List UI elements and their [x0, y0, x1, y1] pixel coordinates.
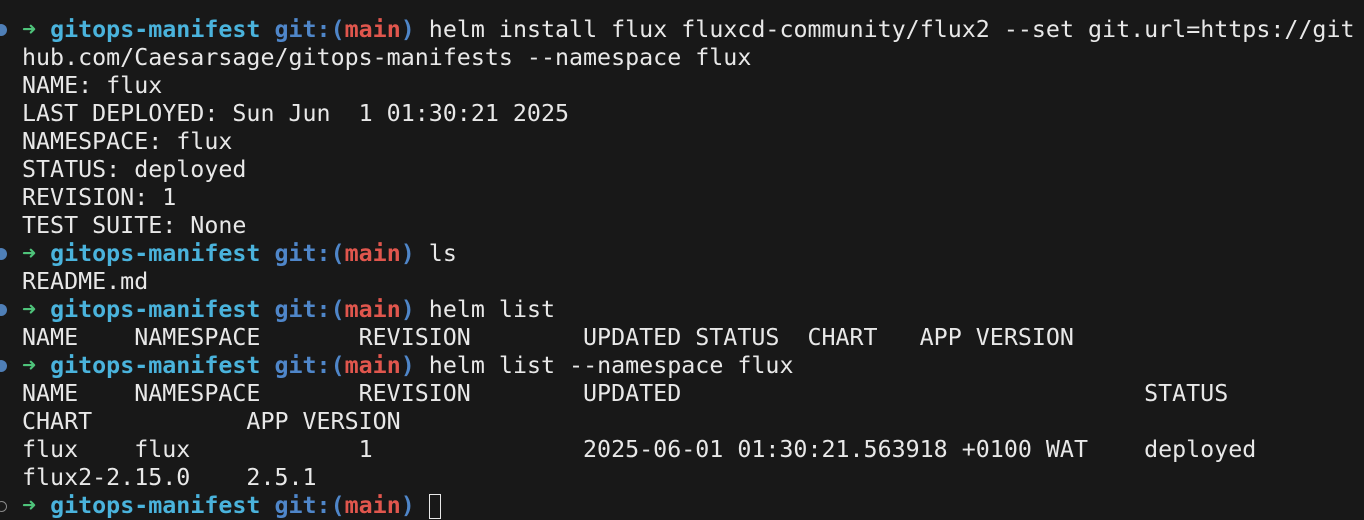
command-line: ➜ gitops-manifest git:(main) ls	[0, 240, 1364, 268]
output-line: README.md	[0, 268, 1364, 296]
output-line: REVISION: 1	[0, 184, 1364, 212]
command-line: ➜ gitops-manifest git:(main) helm instal…	[0, 16, 1364, 44]
prompt-branch: main	[344, 16, 401, 43]
output-line: hub.com/Caesarsage/gitops-manifests --na…	[0, 44, 1364, 72]
prompt-arrow-icon: ➜	[22, 352, 37, 379]
prompt-git-prefix: git:(	[274, 240, 345, 267]
prompt-git-prefix: git:(	[274, 352, 345, 379]
prompt-branch: main	[344, 240, 401, 267]
terminal-output[interactable]: ➜ gitops-manifest git:(main) helm instal…	[0, 16, 1364, 520]
prompt-git-prefix: git:(	[274, 16, 345, 43]
text-cursor[interactable]	[428, 494, 441, 519]
command-status-dot-icon	[0, 248, 7, 260]
output-line: flux flux 1 2025-06-01 01:30:21.563918 +…	[0, 436, 1364, 464]
prompt-arrow-icon: ➜	[22, 16, 37, 43]
prompt-git-suffix: )	[400, 16, 415, 43]
prompt-directory: gitops-manifest	[50, 296, 261, 323]
output-line: flux2-2.15.0 2.5.1	[0, 464, 1364, 492]
output-text: README.md	[22, 268, 149, 295]
output-text: CHART APP VERSION	[22, 408, 401, 435]
prompt-branch: main	[344, 492, 401, 519]
output-line: LAST DEPLOYED: Sun Jun 1 01:30:21 2025	[0, 100, 1364, 128]
prompt-git-suffix: )	[400, 296, 415, 323]
prompt-branch: main	[344, 296, 401, 323]
prompt-directory: gitops-manifest	[50, 492, 261, 519]
output-text: hub.com/Caesarsage/gitops-manifests --na…	[22, 44, 752, 71]
output-line: CHART APP VERSION	[0, 408, 1364, 436]
command-line: ➜ gitops-manifest git:(main)	[0, 492, 1364, 520]
command-status-dot-icon	[0, 360, 7, 372]
prompt-git-suffix: )	[400, 352, 415, 379]
output-text: TEST SUITE: None	[22, 212, 247, 239]
output-line: STATUS: deployed	[0, 156, 1364, 184]
output-line: NAME NAMESPACE REVISION UPDATED STATUS	[0, 380, 1364, 408]
prompt-arrow-icon: ➜	[22, 296, 37, 323]
command-text: helm list	[428, 296, 556, 323]
output-text: NAMESPACE: flux	[22, 128, 233, 155]
prompt-git-prefix: git:(	[274, 296, 345, 323]
prompt-directory: gitops-manifest	[50, 16, 261, 43]
prompt-git-prefix: git:(	[274, 492, 345, 519]
output-text: flux2-2.15.0 2.5.1	[22, 464, 317, 491]
command-line: ➜ gitops-manifest git:(main) helm list	[0, 296, 1364, 324]
prompt-git-suffix: )	[400, 240, 415, 267]
output-text: NAME: flux	[22, 72, 163, 99]
command-status-dot-icon	[0, 24, 7, 36]
command-text: helm list --namespace flux	[428, 352, 794, 379]
command-line: ➜ gitops-manifest git:(main) helm list -…	[0, 352, 1364, 380]
output-text: REVISION: 1	[22, 184, 177, 211]
command-status-dot-icon	[0, 304, 7, 316]
output-line: NAME: flux	[0, 72, 1364, 100]
command-text: ls	[428, 240, 457, 267]
output-text: NAME NAMESPACE REVISION UPDATED STATUS C…	[22, 324, 1074, 351]
prompt-branch: main	[344, 352, 401, 379]
output-line: NAME NAMESPACE REVISION UPDATED STATUS C…	[0, 324, 1364, 352]
output-line: NAMESPACE: flux	[0, 128, 1364, 156]
prompt-arrow-icon: ➜	[22, 492, 37, 519]
output-line: TEST SUITE: None	[0, 212, 1364, 240]
output-text: STATUS: deployed	[22, 156, 247, 183]
prompt-arrow-icon: ➜	[22, 240, 37, 267]
command-text: helm install flux fluxcd-community/flux2…	[428, 16, 1355, 43]
output-text: flux flux 1 2025-06-01 01:30:21.563918 +…	[22, 436, 1257, 463]
prompt-directory: gitops-manifest	[50, 352, 261, 379]
terminal-window: { "prompt": { "arrow": "➜", "directory":…	[0, 0, 1364, 520]
output-text: LAST DEPLOYED: Sun Jun 1 01:30:21 2025	[22, 100, 570, 127]
output-text: NAME NAMESPACE REVISION UPDATED STATUS	[22, 380, 1229, 407]
prompt-directory: gitops-manifest	[50, 240, 261, 267]
command-status-dot-icon	[0, 501, 7, 512]
prompt-git-suffix: )	[400, 492, 415, 519]
